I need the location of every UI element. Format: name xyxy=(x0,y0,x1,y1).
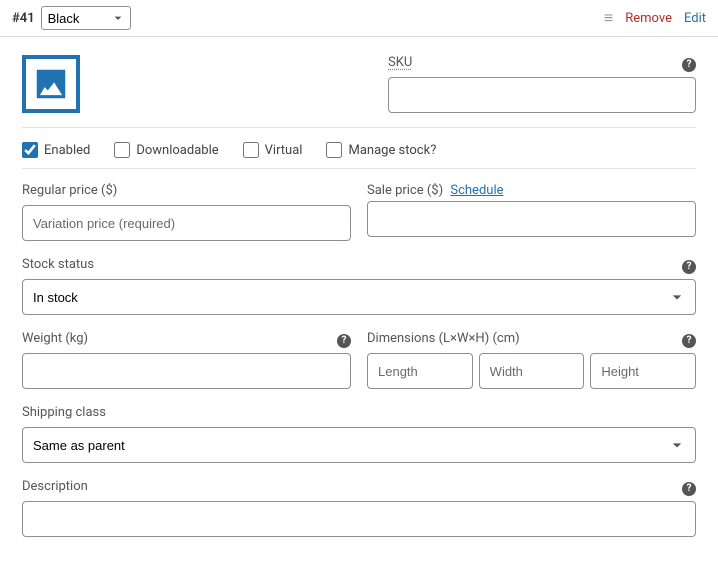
virtual-checkbox[interactable]: Virtual xyxy=(243,142,303,158)
width-field[interactable] xyxy=(479,353,585,389)
stock-status-label: Stock status xyxy=(22,257,94,272)
dimensions-col: Dimensions (L×W×H) (cm) ? xyxy=(367,331,696,389)
help-icon[interactable]: ? xyxy=(682,260,696,274)
help-icon[interactable]: ? xyxy=(337,334,351,348)
variation-id: #41 xyxy=(12,11,35,26)
weight-field[interactable] xyxy=(22,353,351,389)
downloadable-input[interactable] xyxy=(114,142,130,158)
height-field[interactable] xyxy=(590,353,696,389)
help-icon[interactable]: ? xyxy=(682,58,696,72)
header-right: ≡ Remove Edit xyxy=(604,8,706,28)
enabled-checkbox[interactable]: Enabled xyxy=(22,142,90,158)
regular-price-field[interactable] xyxy=(22,205,351,241)
divider xyxy=(22,127,696,128)
description-block: Description ? xyxy=(22,479,696,537)
drag-handle-icon[interactable]: ≡ xyxy=(604,8,613,28)
variation-content: SKU ? Enabled Downloadable Virtual Manag… xyxy=(0,37,718,571)
sku-column: SKU ? xyxy=(388,55,696,113)
remove-link[interactable]: Remove xyxy=(625,11,672,26)
image-column xyxy=(22,55,372,113)
top-row: SKU ? xyxy=(22,55,696,113)
image-placeholder-icon xyxy=(32,65,70,103)
regular-price-col: Regular price ($) xyxy=(22,183,351,241)
regular-price-label: Regular price ($) xyxy=(22,183,117,198)
weight-col: Weight (kg) ? xyxy=(22,331,351,389)
help-icon[interactable]: ? xyxy=(682,334,696,348)
downloadable-label: Downloadable xyxy=(136,143,218,158)
help-icon[interactable]: ? xyxy=(682,482,696,496)
stock-status-block: Stock status ? In stock xyxy=(22,257,696,315)
shipping-class-select[interactable]: Same as parent xyxy=(22,427,696,463)
variation-header: #41 Black ≡ Remove Edit xyxy=(0,0,718,37)
divider xyxy=(22,168,696,169)
stock-status-select[interactable]: In stock xyxy=(22,279,696,315)
shipping-class-block: Shipping class Same as parent xyxy=(22,405,696,463)
manage-stock-checkbox[interactable]: Manage stock? xyxy=(326,142,436,158)
sale-price-field[interactable] xyxy=(367,201,696,237)
edit-link[interactable]: Edit xyxy=(684,11,706,26)
description-label: Description xyxy=(22,479,88,494)
sku-label: SKU xyxy=(388,55,412,70)
schedule-link[interactable]: Schedule xyxy=(450,183,503,198)
virtual-input[interactable] xyxy=(243,142,259,158)
weight-dim-row: Weight (kg) ? Dimensions (L×W×H) (cm) ? xyxy=(22,331,696,389)
dimensions-inputs xyxy=(367,353,696,389)
downloadable-checkbox[interactable]: Downloadable xyxy=(114,142,218,158)
checkboxes-row: Enabled Downloadable Virtual Manage stoc… xyxy=(22,142,696,158)
weight-label: Weight (kg) xyxy=(22,331,88,346)
sale-price-col: Sale price ($) Schedule xyxy=(367,183,696,241)
shipping-class-label: Shipping class xyxy=(22,405,106,420)
pricing-row: Regular price ($) Sale price ($) Schedul… xyxy=(22,183,696,241)
manage-stock-label: Manage stock? xyxy=(348,143,436,158)
header-left: #41 Black xyxy=(12,6,131,30)
variation-image-placeholder[interactable] xyxy=(22,55,80,113)
sku-field[interactable] xyxy=(388,77,696,113)
sale-price-label: Sale price ($) xyxy=(367,183,443,198)
manage-stock-input[interactable] xyxy=(326,142,342,158)
dimensions-label: Dimensions (L×W×H) (cm) xyxy=(367,331,520,346)
virtual-label: Virtual xyxy=(265,143,303,158)
description-field[interactable] xyxy=(22,501,696,537)
length-field[interactable] xyxy=(367,353,473,389)
enabled-input[interactable] xyxy=(22,142,38,158)
attribute-select[interactable]: Black xyxy=(41,6,131,30)
enabled-label: Enabled xyxy=(44,143,90,158)
